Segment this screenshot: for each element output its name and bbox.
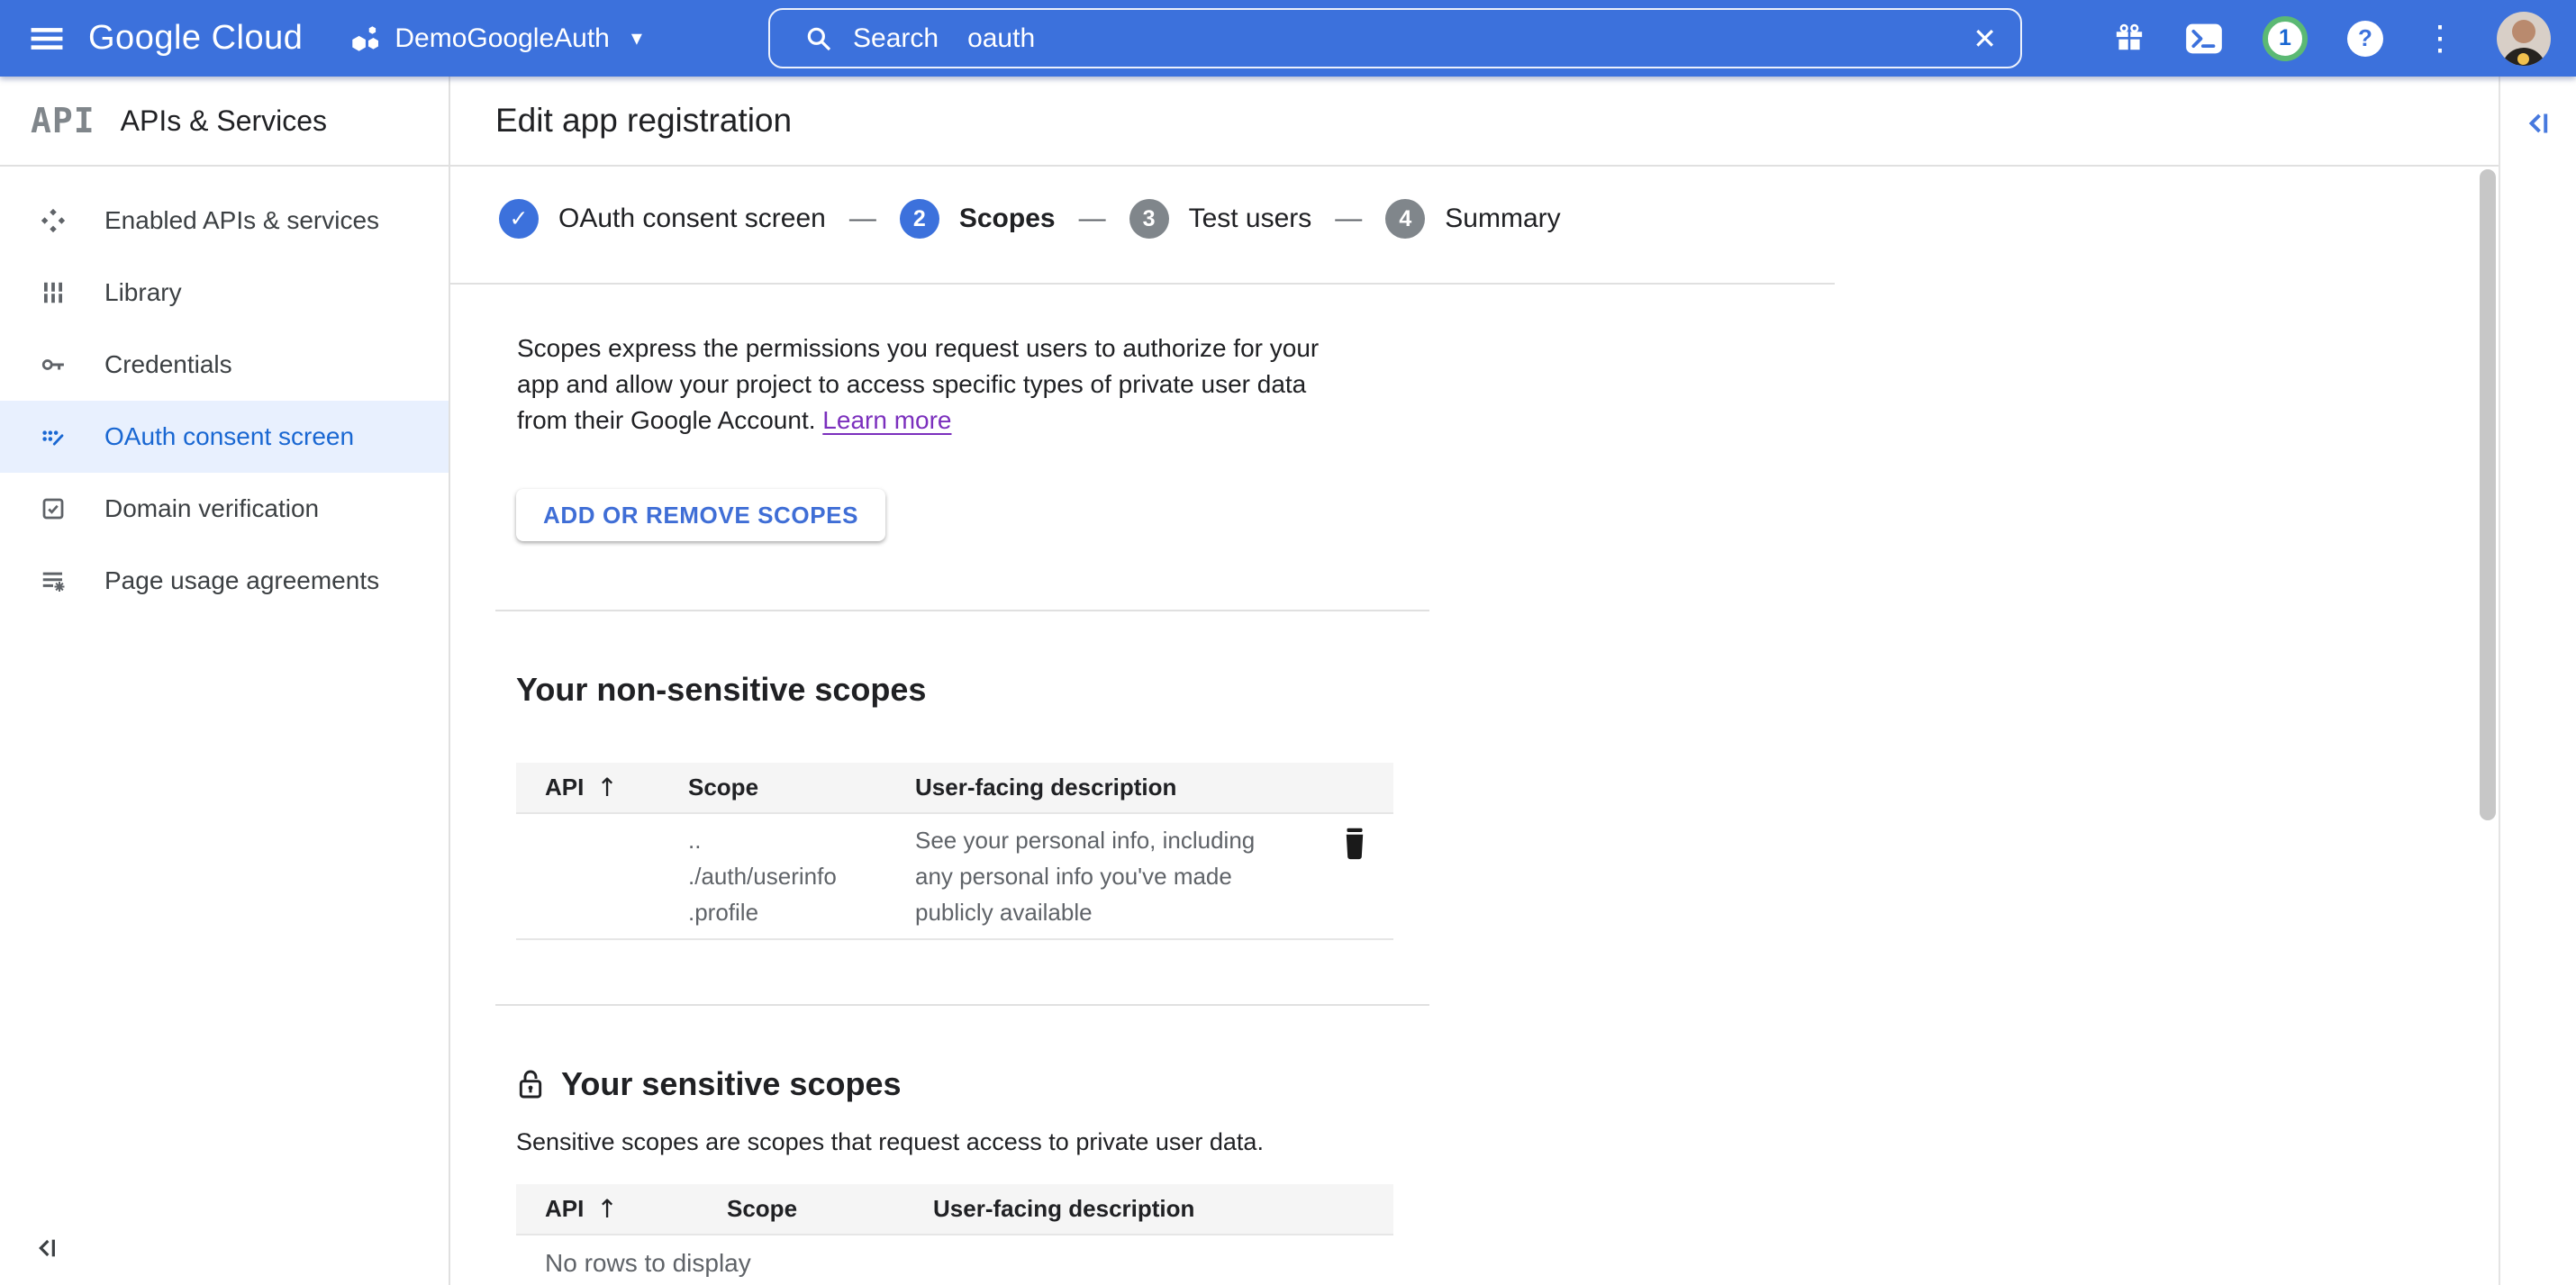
sensitive-scopes-table: API ↑ Scope User-facing description xyxy=(516,1184,1393,1235)
avatar-shirt-logo xyxy=(2517,53,2529,65)
step-1-check-icon: ✓ xyxy=(499,199,539,239)
menu-button[interactable] xyxy=(22,14,72,64)
table-header-row: API ↑ Scope User-facing description xyxy=(516,763,1393,814)
table-header-row: API ↑ Scope User-facing description xyxy=(516,1184,1393,1235)
cloud-shell-button[interactable] xyxy=(2185,23,2223,55)
project-selector[interactable]: DemoGoogleAuth ▾ xyxy=(349,23,642,55)
cell-description: See your personal info, including any pe… xyxy=(915,822,1315,930)
sensitive-scopes-title: Your sensitive scopes xyxy=(516,1065,902,1103)
key-icon xyxy=(38,349,68,380)
gift-icon xyxy=(2113,23,2145,55)
column-header-scope[interactable]: Scope xyxy=(727,1195,933,1223)
gift-button[interactable] xyxy=(2113,23,2145,55)
sidebar-item-oauth-consent-screen[interactable]: OAuth consent screen xyxy=(0,401,449,473)
divider xyxy=(450,283,1835,285)
collapse-panel-icon xyxy=(2522,107,2554,140)
column-header-description[interactable]: User-facing description xyxy=(915,774,1315,801)
sidebar-header: API APIs & Services xyxy=(0,77,449,167)
notifications-badge[interactable]: 1 xyxy=(2263,16,2308,61)
avatar-head xyxy=(2512,20,2535,43)
trash-icon xyxy=(1339,826,1370,860)
search-input[interactable]: Search oauth ✕ xyxy=(768,8,2022,68)
column-header-scope[interactable]: Scope xyxy=(688,774,915,801)
delete-scope-button[interactable] xyxy=(1339,826,1370,863)
step-separator: — xyxy=(1079,204,1106,234)
page-title: Edit app registration xyxy=(495,77,792,165)
main-content: Edit app registration ✓ OAuth consent sc… xyxy=(450,77,2499,1285)
sidebar-item-credentials[interactable]: Credentials xyxy=(0,329,449,401)
help-button[interactable]: ? xyxy=(2347,21,2383,57)
project-name: DemoGoogleAuth xyxy=(395,23,609,54)
hamburger-icon xyxy=(27,19,67,59)
step-4-badge: 4 xyxy=(1385,199,1425,239)
sensitive-scopes-subtitle: Sensitive scopes are scopes that request… xyxy=(516,1128,1264,1156)
vertical-scrollbar[interactable] xyxy=(2480,169,2496,820)
chevron-down-icon: ▾ xyxy=(631,25,642,51)
cloud-shell-icon xyxy=(2185,23,2223,55)
main-area: Edit app registration ✓ OAuth consent sc… xyxy=(450,77,2576,1285)
scopes-description: Scopes express the permissions you reque… xyxy=(517,330,1418,439)
divider xyxy=(495,1004,1429,1006)
collapse-info-panel-button[interactable] xyxy=(2522,107,2554,142)
app-root: Google Cloud DemoGoogleAuth ▾ Search oau… xyxy=(0,0,2576,1285)
sidebar-item-enabled-apis[interactable]: Enabled APIs & services xyxy=(0,185,449,257)
empty-table-message: No rows to display xyxy=(545,1249,751,1278)
add-or-remove-scopes-button[interactable]: ADD OR REMOVE SCOPES xyxy=(516,489,885,541)
avatar[interactable] xyxy=(2497,12,2551,66)
sidebar-collapse-button[interactable] xyxy=(32,1234,61,1265)
sidebar-item-library[interactable]: Library xyxy=(0,257,449,329)
column-header-api[interactable]: API ↑ xyxy=(516,1194,727,1224)
sort-ascending-icon: ↑ xyxy=(596,1194,617,1224)
step-2-badge: 2 xyxy=(900,199,939,239)
agreements-icon xyxy=(38,566,68,596)
clear-search-button[interactable]: ✕ xyxy=(1973,22,1997,56)
step-separator: — xyxy=(849,204,876,234)
sidebar-title: APIs & Services xyxy=(121,104,327,138)
stepper: ✓ OAuth consent screen — 2 Scopes — 3 Te… xyxy=(499,192,1561,246)
sidebar-item-page-usage-agreements[interactable]: Page usage agreements xyxy=(0,545,449,617)
top-bar: Google Cloud DemoGoogleAuth ▾ Search oau… xyxy=(0,0,2576,77)
consent-screen-icon xyxy=(38,421,68,452)
cell-api xyxy=(516,822,688,930)
api-logo: API xyxy=(31,101,95,140)
cell-scope: .. ./auth/userinfo .profile xyxy=(688,822,915,930)
search-label: Search xyxy=(853,23,939,54)
google-cloud-logo[interactable]: Google Cloud xyxy=(88,19,303,58)
more-options-button[interactable]: ⋮ xyxy=(2423,22,2457,56)
step-separator: — xyxy=(1335,204,1362,234)
cell-actions xyxy=(1315,822,1393,930)
column-header-description[interactable]: User-facing description xyxy=(933,1195,1393,1223)
step-3-label[interactable]: Test users xyxy=(1189,204,1312,234)
search-icon xyxy=(804,24,833,53)
non-sensitive-scopes-table: API ↑ Scope User-facing description .. .… xyxy=(516,763,1393,940)
domain-verification-icon xyxy=(38,493,68,524)
divider xyxy=(495,610,1429,611)
topbar-actions: 1 ? ⋮ xyxy=(2113,0,2551,77)
library-icon xyxy=(38,277,68,308)
page-header: Edit app registration xyxy=(450,77,2499,167)
apis-icon xyxy=(38,205,68,236)
step-3-badge: 3 xyxy=(1129,199,1169,239)
step-2-label[interactable]: Scopes xyxy=(959,204,1056,234)
project-hexagons-icon xyxy=(349,23,382,55)
table-row: .. ./auth/userinfo .profile See your per… xyxy=(516,814,1393,940)
learn-more-link[interactable]: Learn more xyxy=(822,406,951,434)
collapse-panel-icon xyxy=(32,1234,61,1262)
step-4-label[interactable]: Summary xyxy=(1445,204,1560,234)
search-query: oauth xyxy=(967,23,1035,54)
sort-ascending-icon: ↑ xyxy=(596,773,617,802)
step-1-label[interactable]: OAuth consent screen xyxy=(558,204,826,234)
lock-icon xyxy=(516,1068,545,1100)
column-header-api[interactable]: API ↑ xyxy=(516,773,688,802)
sidebar: API APIs & Services Enabled APIs & servi… xyxy=(0,77,450,1285)
right-panel-strip xyxy=(2499,77,2576,1285)
non-sensitive-scopes-title: Your non-sensitive scopes xyxy=(516,671,926,709)
sidebar-item-domain-verification[interactable]: Domain verification xyxy=(0,473,449,545)
sidebar-nav: Enabled APIs & services Library Credenti… xyxy=(0,167,449,617)
